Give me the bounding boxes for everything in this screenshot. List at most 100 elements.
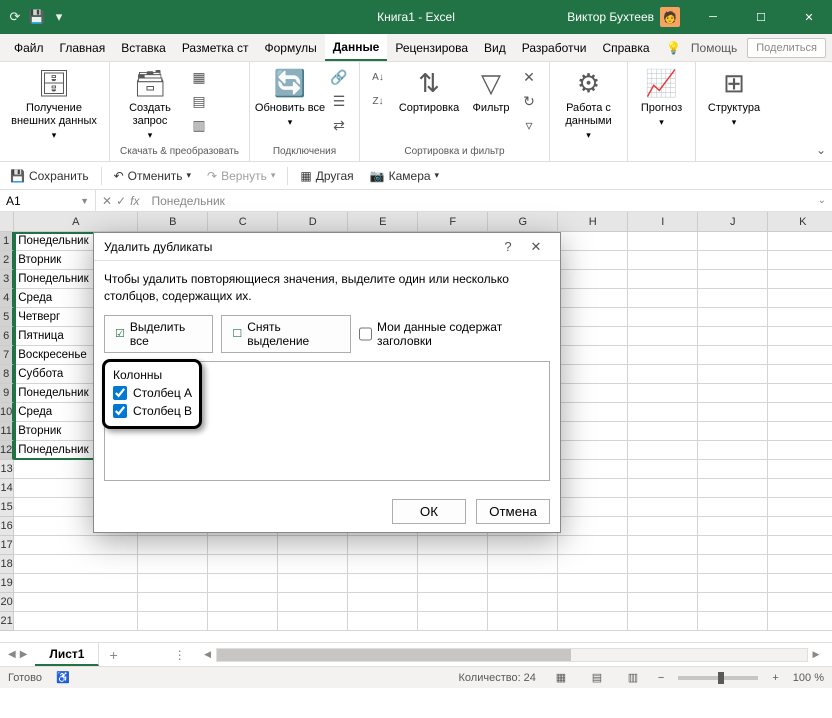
cell[interactable]	[768, 593, 832, 612]
sheet-nav-next[interactable]: ▶	[20, 649, 28, 660]
sheet-nav-prev[interactable]: ◀	[8, 649, 16, 660]
name-box[interactable]: A1▼	[0, 190, 96, 211]
cell[interactable]	[558, 498, 628, 517]
cell[interactable]	[768, 517, 832, 536]
forecast-button[interactable]: 📈Прогноз▾	[632, 64, 691, 128]
accessibility-icon[interactable]: ♿	[56, 671, 70, 684]
column-checkbox-a[interactable]: Столбец A	[113, 384, 541, 402]
column-header[interactable]: G	[488, 212, 558, 232]
cell[interactable]	[278, 612, 348, 631]
cell[interactable]	[768, 289, 832, 308]
properties-button[interactable]: ☰	[328, 90, 350, 112]
ribbon-tab-данные[interactable]: Данные	[325, 34, 388, 61]
tell-me-icon[interactable]: 💡	[666, 41, 681, 55]
cell[interactable]	[418, 574, 488, 593]
cell[interactable]	[208, 612, 278, 631]
help-label[interactable]: Помощь	[691, 41, 737, 55]
cell[interactable]	[558, 574, 628, 593]
row-header[interactable]: 4	[0, 289, 14, 308]
ribbon-tab-главная[interactable]: Главная	[52, 34, 114, 61]
cell[interactable]	[698, 593, 768, 612]
cell[interactable]	[698, 232, 768, 251]
cell[interactable]	[138, 555, 208, 574]
maximize-button[interactable]: ☐	[738, 0, 784, 34]
cell[interactable]	[278, 536, 348, 555]
zoom-out-button[interactable]: −	[658, 672, 664, 684]
column-header[interactable]: B	[138, 212, 208, 232]
ribbon-tab-разметка ст[interactable]: Разметка ст	[174, 34, 257, 61]
cell[interactable]	[768, 479, 832, 498]
row-header[interactable]: 20	[0, 593, 14, 612]
column-header[interactable]: K	[768, 212, 832, 232]
cell[interactable]	[348, 536, 418, 555]
cell[interactable]	[558, 308, 628, 327]
column-header[interactable]: F	[418, 212, 488, 232]
cell[interactable]	[138, 536, 208, 555]
clear-filter-button[interactable]: ✕	[518, 66, 540, 88]
cell[interactable]	[628, 441, 698, 460]
sort-za-button[interactable]: Z↓	[367, 90, 389, 112]
page-break-view-button[interactable]: ▥	[622, 669, 644, 687]
cell[interactable]	[698, 327, 768, 346]
cell[interactable]	[768, 270, 832, 289]
cell[interactable]	[558, 384, 628, 403]
cell[interactable]	[558, 612, 628, 631]
from-table-button[interactable]: ▤	[188, 90, 210, 112]
redo-button[interactable]: ↷Вернуть▾	[203, 167, 279, 185]
cell[interactable]	[698, 346, 768, 365]
cell[interactable]	[698, 251, 768, 270]
column-header[interactable]: E	[348, 212, 418, 232]
cell[interactable]	[698, 460, 768, 479]
save-button[interactable]: 💾Сохранить	[6, 167, 93, 185]
page-layout-view-button[interactable]: ▤	[586, 669, 608, 687]
row-header[interactable]: 5	[0, 308, 14, 327]
cell[interactable]	[698, 289, 768, 308]
horizontal-scrollbar[interactable]: ◀ ▶	[200, 648, 824, 662]
cell[interactable]	[278, 593, 348, 612]
sort-az-button[interactable]: A↓	[367, 66, 389, 88]
cell[interactable]	[348, 574, 418, 593]
ribbon-tab-рецензирова[interactable]: Рецензирова	[387, 34, 476, 61]
show-queries-button[interactable]: ▦	[188, 66, 210, 88]
cell[interactable]	[768, 365, 832, 384]
cell[interactable]	[768, 251, 832, 270]
advanced-filter-button[interactable]: ▿	[518, 114, 540, 136]
cell[interactable]	[418, 536, 488, 555]
recent-sources-button[interactable]: ▥	[188, 114, 210, 136]
cell[interactable]	[558, 479, 628, 498]
row-header[interactable]: 10	[0, 403, 14, 422]
column-header[interactable]: D	[278, 212, 348, 232]
cell[interactable]	[558, 536, 628, 555]
cell[interactable]	[14, 574, 138, 593]
minimize-button[interactable]: ─	[690, 0, 736, 34]
row-header[interactable]: 14	[0, 479, 14, 498]
row-header[interactable]: 19	[0, 574, 14, 593]
cell[interactable]	[698, 441, 768, 460]
row-header[interactable]: 1	[0, 232, 14, 251]
row-header[interactable]: 6	[0, 327, 14, 346]
cell[interactable]	[558, 403, 628, 422]
cell[interactable]	[698, 517, 768, 536]
cell[interactable]	[208, 536, 278, 555]
external-data-button[interactable]: 🗄Получение внешних данных▾	[4, 64, 104, 141]
cell[interactable]	[488, 612, 558, 631]
zoom-level[interactable]: 100 %	[793, 672, 824, 684]
cell[interactable]	[698, 536, 768, 555]
cell[interactable]	[768, 441, 832, 460]
cell[interactable]	[768, 536, 832, 555]
dropdown-icon[interactable]: ▾	[50, 8, 68, 26]
cell[interactable]	[558, 289, 628, 308]
cell[interactable]	[768, 308, 832, 327]
camera-button[interactable]: 📷Камера▾	[366, 167, 443, 185]
cell[interactable]	[698, 403, 768, 422]
cell[interactable]	[208, 555, 278, 574]
cell[interactable]	[418, 612, 488, 631]
cell[interactable]	[348, 555, 418, 574]
cell[interactable]	[488, 536, 558, 555]
headers-checkbox[interactable]: Мои данные содержат заголовки	[359, 320, 550, 348]
column-header[interactable]: I	[628, 212, 698, 232]
cell[interactable]	[698, 270, 768, 289]
row-header[interactable]: 17	[0, 536, 14, 555]
cell[interactable]	[628, 422, 698, 441]
cell[interactable]	[278, 574, 348, 593]
